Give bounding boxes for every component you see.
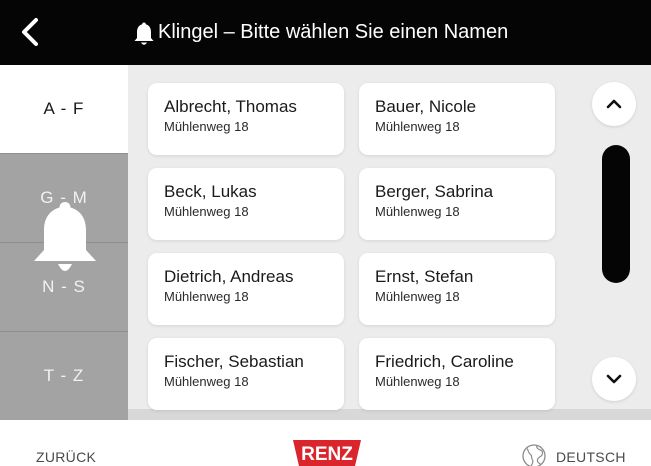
contact-card[interactable]: Beck, Lukas Mühlenweg 18 (148, 168, 344, 240)
contact-address: Mühlenweg 18 (375, 119, 460, 134)
contact-name: Berger, Sabrina (375, 182, 494, 201)
scroll-down-button[interactable] (592, 357, 636, 401)
contact-name: Dietrich, Andreas (164, 267, 294, 286)
scrollbar-thumb[interactable] (602, 145, 630, 283)
tab-t-z[interactable]: T - Z (0, 331, 128, 420)
contact-address: Mühlenweg 18 (375, 374, 460, 389)
contact-name: Ernst, Stefan (375, 267, 474, 286)
scroll-up-button[interactable] (592, 82, 636, 126)
chevron-down-icon (606, 374, 622, 384)
contact-name: Beck, Lukas (164, 182, 257, 201)
globe-icon[interactable] (521, 443, 547, 466)
contact-name: Fischer, Sebastian (164, 352, 304, 371)
contact-name: Albrecht, Thomas (164, 97, 297, 116)
back-button[interactable] (14, 12, 50, 52)
contact-address: Mühlenweg 18 (375, 204, 460, 219)
contact-card[interactable]: Ernst, Stefan Mühlenweg 18 (359, 253, 555, 325)
footer-back-button[interactable]: ZURÜCK (36, 449, 96, 465)
chevron-up-icon (606, 99, 622, 109)
contact-card[interactable]: Bauer, Nicole Mühlenweg 18 (359, 83, 555, 155)
chevron-left-icon (22, 18, 38, 46)
bell-icon (34, 202, 96, 271)
logo-text: RENZ (301, 444, 353, 465)
footer-bar: ZURÜCK RENZ DEUTSCH (0, 420, 651, 466)
contact-card[interactable]: Dietrich, Andreas Mühlenweg 18 (148, 253, 344, 325)
tab-label: T - Z (43, 366, 85, 385)
contact-address: Mühlenweg 18 (164, 374, 249, 389)
tab-label: A - F (43, 99, 85, 118)
contact-address: Mühlenweg 18 (164, 289, 249, 304)
contact-card[interactable]: Fischer, Sebastian Mühlenweg 18 (148, 338, 344, 410)
tab-label: N - S (42, 277, 86, 296)
contact-address: Mühlenweg 18 (375, 289, 460, 304)
contact-name: Bauer, Nicole (375, 97, 477, 116)
renz-logo: RENZ (293, 440, 361, 466)
contact-address: Mühlenweg 18 (164, 204, 249, 219)
contact-name: Friedrich, Caroline (375, 352, 514, 371)
contact-card[interactable]: Friedrich, Caroline Mühlenweg 18 (359, 338, 555, 410)
language-button[interactable]: DEUTSCH (556, 449, 626, 465)
contact-address: Mühlenweg 18 (164, 119, 249, 134)
tab-a-f[interactable]: A - F (0, 65, 128, 153)
bell-icon (134, 22, 154, 45)
page-title: Klingel – Bitte wählen Sie einen Namen (158, 21, 509, 43)
header-bar: Klingel – Bitte wählen Sie einen Namen (0, 0, 651, 65)
divider (128, 409, 651, 420)
contact-card[interactable]: Albrecht, Thomas Mühlenweg 18 (148, 83, 344, 155)
contact-card[interactable]: Berger, Sabrina Mühlenweg 18 (359, 168, 555, 240)
